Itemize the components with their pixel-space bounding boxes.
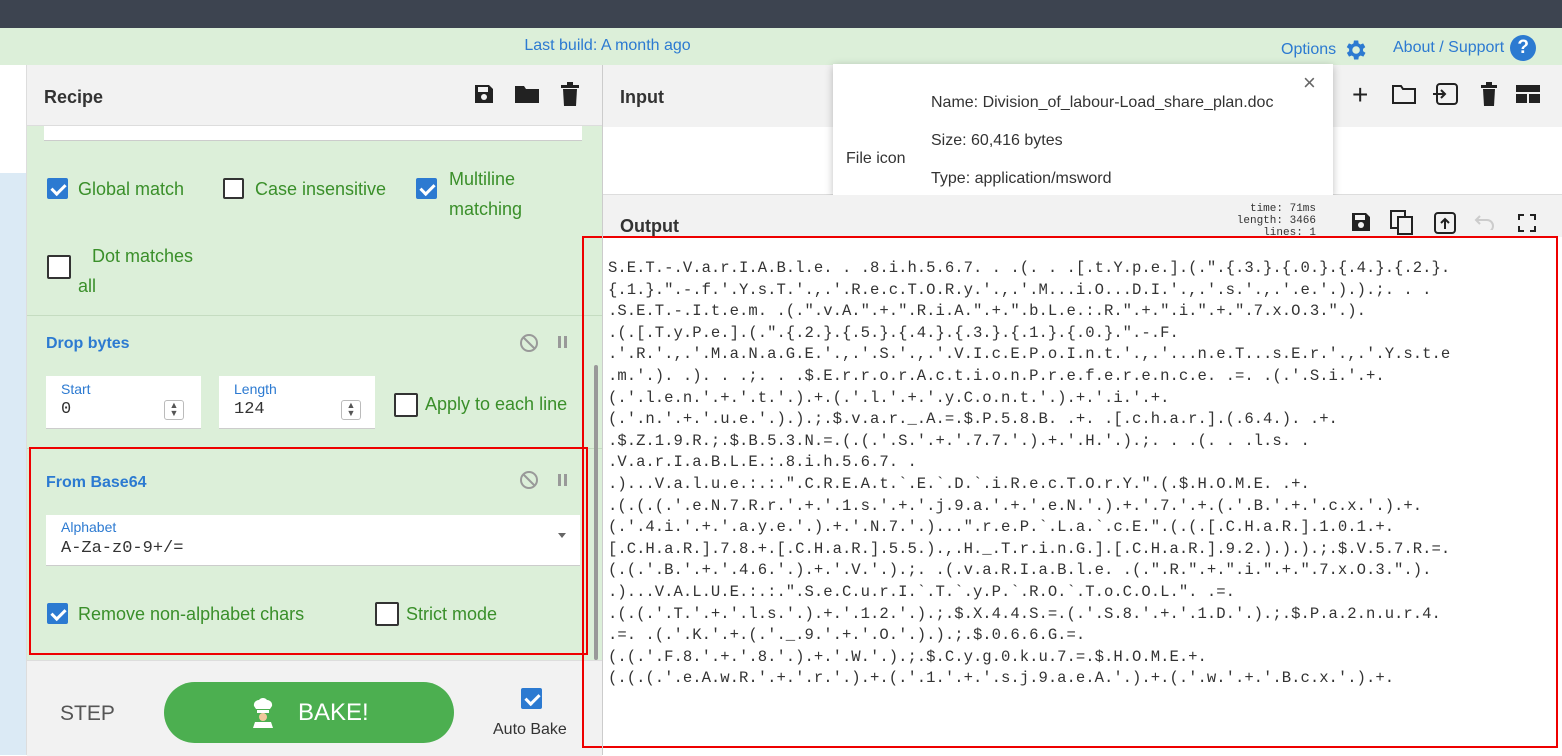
disable-op-icon[interactable] xyxy=(519,333,539,358)
global-match-checkbox[interactable] xyxy=(47,178,68,199)
add-tab-icon[interactable]: + xyxy=(1352,81,1368,109)
save-output-icon[interactable] xyxy=(1350,211,1372,238)
chef-icon xyxy=(248,696,278,733)
apply-each-line-label: Apply to each line xyxy=(425,394,568,414)
start-label: Start xyxy=(61,381,91,397)
output-stats: time: 71ms length: 3466 lines: 1 xyxy=(1150,203,1316,239)
length-value: 124 xyxy=(234,400,265,419)
dot-matches-label-line2: all xyxy=(78,276,97,296)
close-icon[interactable]: × xyxy=(1303,72,1316,94)
dot-matches-all-checkbox[interactable] xyxy=(47,255,71,279)
input-title: Input xyxy=(620,87,664,107)
bake-button[interactable]: BAKE! xyxy=(164,682,454,743)
options-label: Options xyxy=(1281,41,1337,58)
global-match-label: Global match xyxy=(78,179,185,199)
last-build-text: Last build: A month ago xyxy=(524,37,691,54)
step-button[interactable]: STEP xyxy=(60,702,115,726)
about-support-link[interactable]: About / Support ? xyxy=(1393,35,1537,61)
open-file-icon[interactable] xyxy=(1432,83,1458,110)
question-icon: ? xyxy=(1510,35,1537,61)
stats-length: length: 3466 xyxy=(1236,215,1316,227)
highlight-from-base64 xyxy=(29,447,588,655)
case-insensitive-checkbox[interactable] xyxy=(223,178,244,199)
file-type: Type: application/msword xyxy=(931,170,1112,187)
divider xyxy=(27,315,602,316)
about-support-label: About / Support xyxy=(1393,39,1505,56)
load-recipe-icon[interactable] xyxy=(514,84,540,109)
open-folder-icon[interactable] xyxy=(1392,84,1416,109)
layout-icon[interactable] xyxy=(1516,85,1540,108)
highlight-output xyxy=(582,236,1558,748)
length-stepper-icon[interactable]: ▲ ▼ xyxy=(341,400,361,420)
length-label: Length xyxy=(234,381,277,397)
dot-matches-label-line1: Dot matches xyxy=(92,246,194,266)
panel-divider xyxy=(602,65,603,755)
bake-label: BAKE! xyxy=(298,699,369,726)
options-link[interactable]: Options xyxy=(1281,37,1368,63)
start-stepper-icon[interactable]: ▲ ▼ xyxy=(164,400,184,420)
output-header xyxy=(603,195,1562,237)
auto-bake-label: Auto Bake xyxy=(493,721,567,738)
output-title: Output xyxy=(620,216,679,236)
top-bar xyxy=(0,0,1562,28)
maximize-icon[interactable] xyxy=(1518,214,1536,237)
start-field[interactable]: Start 0 ▲ ▼ xyxy=(46,376,201,429)
operations-strip xyxy=(0,65,27,755)
multiline-label-line1: Multiline xyxy=(449,169,516,189)
pause-icon[interactable] xyxy=(557,335,569,354)
clear-recipe-icon[interactable] xyxy=(561,82,579,111)
file-name: Name: Division_of_labour-Load_share_plan… xyxy=(931,94,1274,111)
auto-bake-checkbox[interactable] xyxy=(521,688,542,709)
apply-each-line-checkbox[interactable] xyxy=(394,393,418,417)
length-field[interactable]: Length 124 ▲ ▼ xyxy=(219,376,375,429)
file-icon-label: File icon xyxy=(846,150,906,167)
gear-icon xyxy=(1342,37,1368,63)
multiline-checkbox[interactable] xyxy=(416,178,437,199)
file-details-popup: File icon Name: Division_of_labour-Load_… xyxy=(833,64,1333,196)
multiline-label: Multiline matching xyxy=(449,164,522,224)
stats-time: time: 71ms xyxy=(1249,203,1316,215)
save-recipe-icon[interactable] xyxy=(473,83,495,110)
regex-input[interactable] xyxy=(44,126,582,141)
multiline-label-line2: matching xyxy=(449,199,523,219)
start-value: 0 xyxy=(61,400,72,419)
file-size: Size: 60,416 bytes xyxy=(931,132,1063,149)
drop-bytes-title: Drop bytes xyxy=(46,335,130,352)
dot-matches-all-label: Dot matches all xyxy=(78,241,193,301)
recipe-title: Recipe xyxy=(44,87,104,107)
undo-icon[interactable] xyxy=(1474,214,1496,235)
replace-input-icon[interactable] xyxy=(1434,212,1456,239)
clear-input-icon[interactable] xyxy=(1481,82,1497,111)
case-insensitive-label: Case insensitive xyxy=(255,179,387,199)
